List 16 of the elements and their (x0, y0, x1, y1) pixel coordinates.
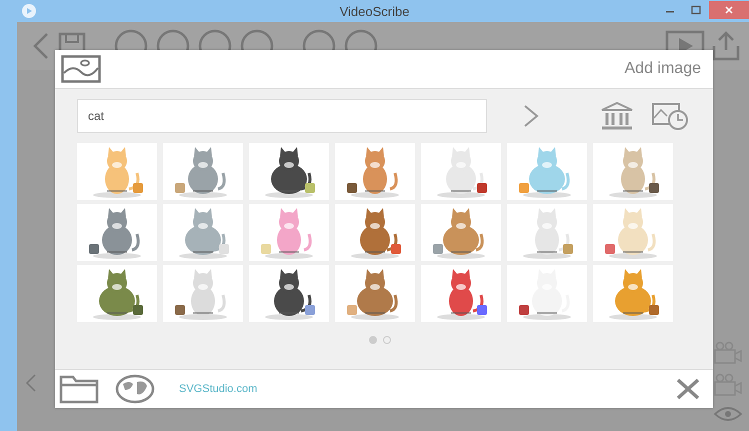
share-icon[interactable] (711, 30, 741, 62)
close-button[interactable] (709, 1, 749, 19)
folder-icon[interactable] (59, 374, 101, 404)
globe-icon[interactable] (115, 374, 155, 404)
close-icon[interactable] (675, 378, 701, 400)
app-logo-icon (22, 4, 36, 18)
maximize-icon (691, 5, 701, 15)
page-dot[interactable] (383, 336, 391, 344)
page-dot[interactable] (369, 336, 377, 344)
image-icon (61, 55, 101, 83)
library-icon[interactable] (599, 100, 635, 132)
window-title: VideoScribe (340, 4, 410, 18)
dialog-title: Add image (624, 60, 701, 78)
image-clock-icon[interactable] (651, 100, 689, 132)
close-icon (724, 5, 734, 15)
search-field[interactable]: cat (77, 99, 487, 133)
